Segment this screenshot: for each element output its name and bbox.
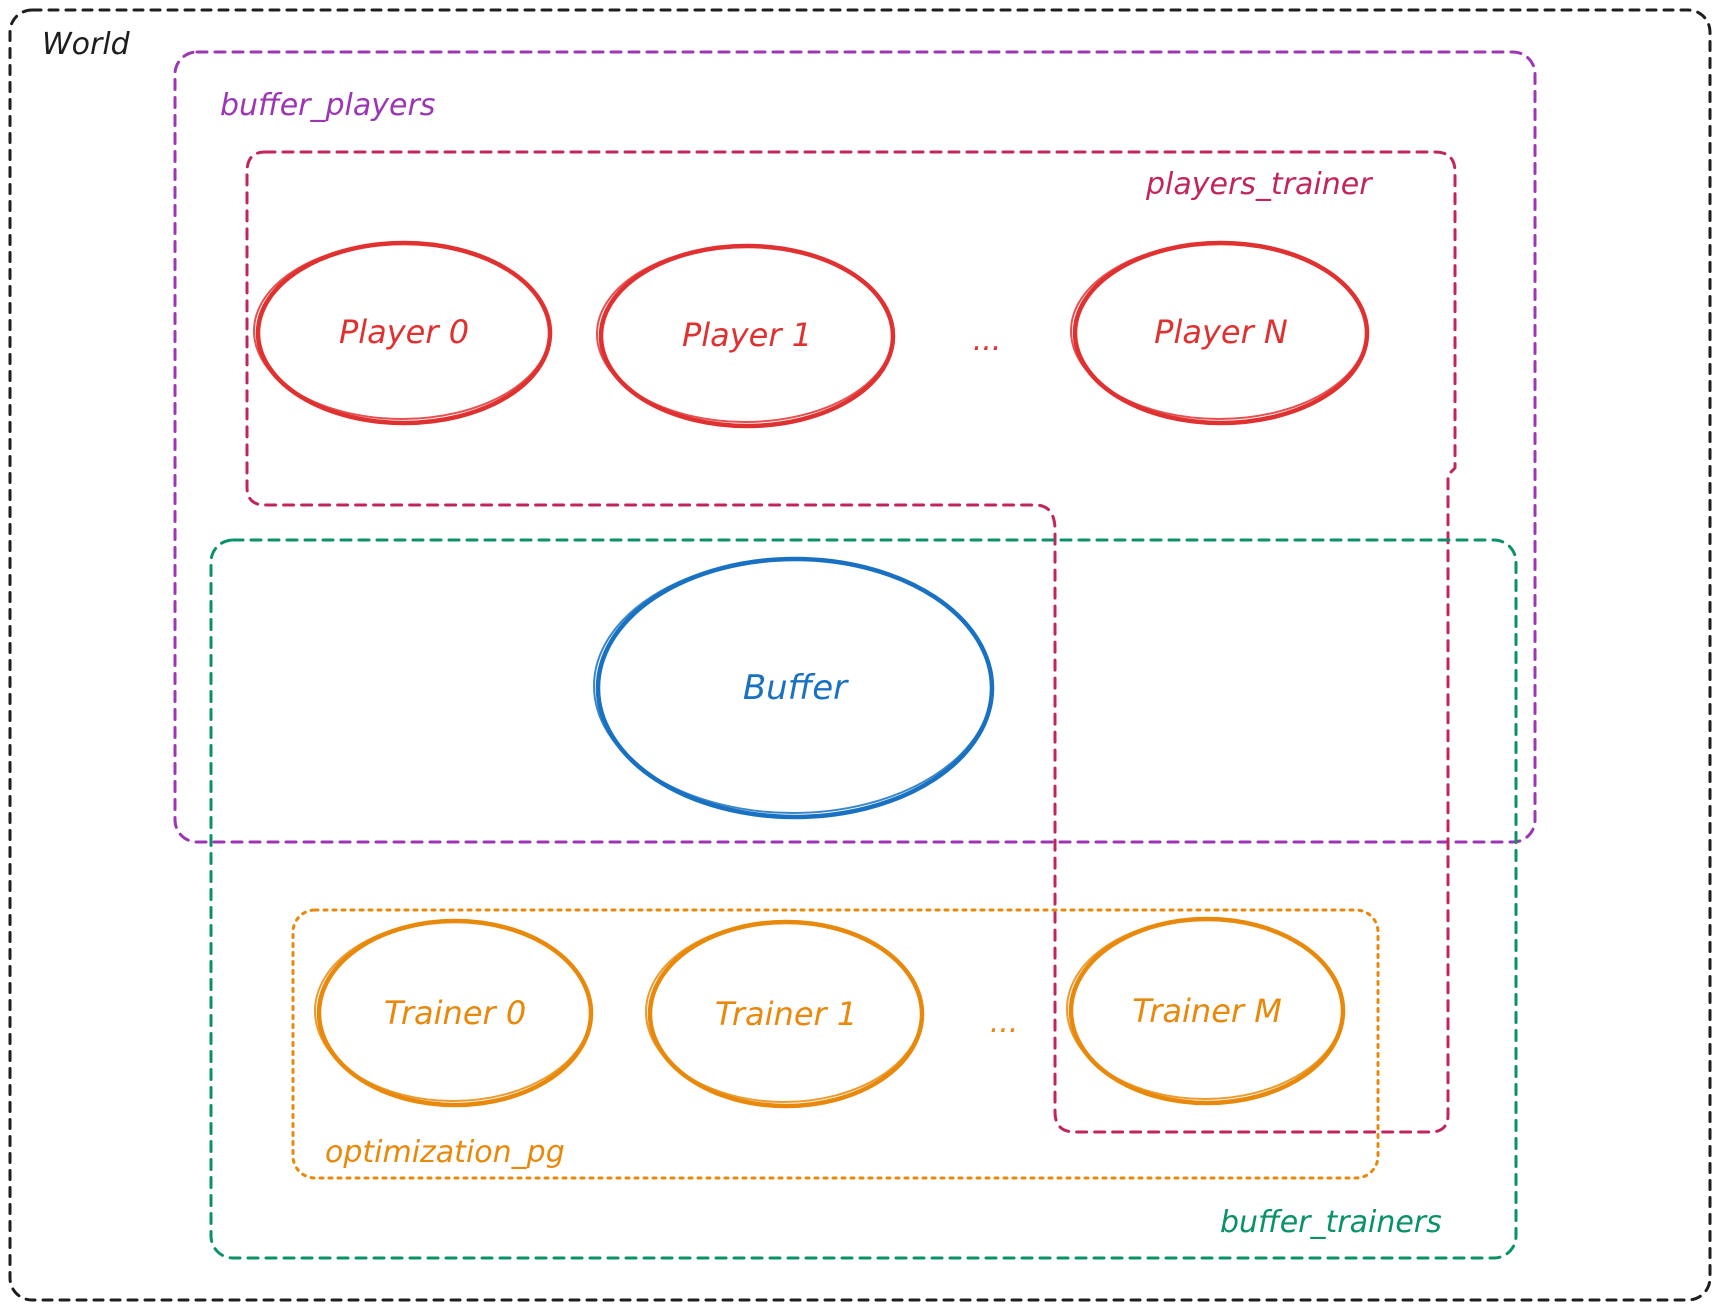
trainer-0-node: Trainer 0 — [314, 918, 594, 1108]
player-0-label: Player 0 — [339, 313, 469, 351]
trainer-1-label: Trainer 1 — [715, 995, 857, 1033]
buffer-players-label: buffer_players — [220, 88, 435, 123]
trainers-ellipsis: ... — [990, 1005, 1019, 1040]
buffer-node: Buffer — [593, 556, 995, 820]
optimization-pg-label: optimization_pg — [325, 1135, 565, 1170]
players-trainer-label: players_trainer — [1145, 167, 1373, 202]
player-n-label: Player N — [1154, 313, 1288, 351]
player-1-node: Player 1 — [596, 243, 896, 429]
buffer-label: Buffer — [743, 668, 849, 708]
trainer-m-node: Trainer M — [1066, 916, 1346, 1106]
diagram-canvas: World buffer_players players_trainer buf… — [8, 8, 1712, 1302]
trainer-1-node: Trainer 1 — [645, 919, 925, 1109]
trainer-0-label: Trainer 0 — [384, 994, 526, 1032]
player-0-node: Player 0 — [253, 240, 553, 426]
players-trainer-group-box — [245, 150, 1457, 1134]
players-ellipsis: ... — [973, 323, 1002, 358]
player-n-node: Player N — [1070, 240, 1370, 426]
player-1-label: Player 1 — [682, 316, 812, 354]
trainer-m-label: Trainer M — [1132, 992, 1282, 1030]
buffer-trainers-label: buffer_trainers — [1220, 1205, 1442, 1240]
world-label: World — [42, 27, 131, 62]
